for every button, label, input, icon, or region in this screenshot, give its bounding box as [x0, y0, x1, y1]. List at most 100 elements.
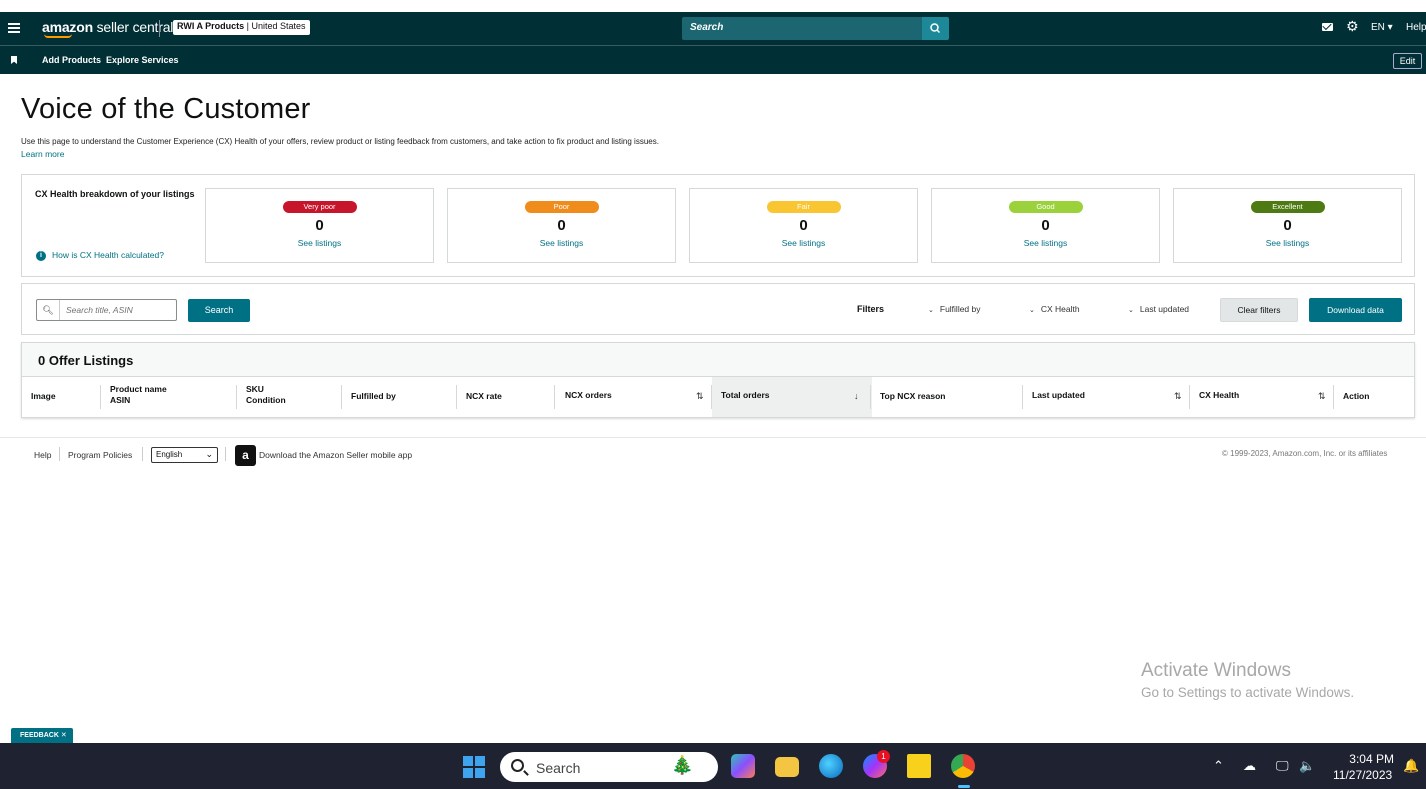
col-action: Action [1343, 391, 1370, 401]
language-selector[interactable]: EN ▾ [1371, 22, 1393, 33]
info-icon: i [36, 250, 46, 261]
see-listings-link[interactable]: See listings [1174, 238, 1401, 248]
filters-label: Filters [857, 304, 885, 314]
menu-icon[interactable] [8, 23, 20, 33]
learn-more-link[interactable]: Learn more [21, 149, 64, 159]
col-image: Image [31, 391, 56, 401]
chevron-down-icon: ⌄ [205, 449, 213, 459]
onedrive-icon[interactable]: ☁ [1243, 758, 1256, 774]
nav-bar: Add Products Explore Services Edit [0, 45, 1426, 74]
sort-icon[interactable]: ⇅ [1174, 391, 1182, 402]
cx-health-title: CX Health breakdown of your listings [35, 189, 195, 199]
search-icon [511, 759, 524, 772]
sort-icon[interactable]: ⇅ [696, 391, 704, 402]
page-intro: Use this page to understand the Customer… [21, 137, 659, 146]
cx-card-poor: Poor 0 See listings [447, 188, 676, 263]
network-icon[interactable]: 🖵 [1276, 758, 1289, 774]
cx-badge-excellent: Excellent [1250, 201, 1325, 213]
search-icon: 🔍︎ [37, 300, 60, 320]
download-data-button[interactable]: Download data [1309, 298, 1402, 322]
footer-language-select[interactable]: English ⌄ [151, 447, 218, 463]
sticky-notes-icon[interactable] [907, 754, 931, 778]
chrome-icon[interactable] [951, 754, 975, 778]
cx-count: 0 [799, 217, 808, 234]
cx-card-very-poor: Very poor 0 See listings [205, 188, 434, 263]
cx-badge-fair: Fair [766, 201, 841, 213]
clock-time[interactable]: 3:04 PM [1348, 752, 1394, 766]
cx-count: 0 [1041, 217, 1050, 234]
footer-help-link[interactable]: Help [34, 450, 51, 460]
col-fulfilled-by: Fulfilled by [351, 391, 396, 401]
notification-bell-icon[interactable]: 🔔 [1403, 758, 1419, 774]
search-icon [930, 23, 941, 34]
chevron-down-icon: ⌄ [928, 307, 934, 314]
see-listings-link[interactable]: See listings [932, 238, 1159, 248]
mail-icon[interactable] [1322, 23, 1333, 31]
chevron-down-icon: ⌄ [1128, 307, 1134, 314]
volume-icon[interactable]: 🔈 [1299, 758, 1315, 774]
windows-start-icon[interactable] [463, 756, 485, 778]
nav-explore-services[interactable]: Explore Services [106, 55, 179, 65]
footer-policies-link[interactable]: Program Policies [68, 450, 132, 460]
see-listings-link[interactable]: See listings [690, 238, 917, 248]
taskbar-search[interactable]: Search 🎄 [500, 752, 718, 782]
chevron-down-icon: ⌄ [1029, 307, 1035, 314]
search-button[interactable]: Search [188, 299, 250, 322]
offer-listings-table: 0 Offer Listings Image Product name ASIN … [21, 342, 1415, 418]
clear-filters-button[interactable]: Clear filters [1220, 298, 1298, 322]
cx-card-good: Good 0 See listings [931, 188, 1160, 263]
filter-last-updated[interactable]: ⌄ Last updated [1128, 304, 1189, 314]
filter-bar: 🔍︎ Search title, ASIN Search Filters ⌄ Fu… [21, 283, 1415, 335]
cx-count: 0 [1283, 217, 1292, 234]
cx-badge-good: Good [1008, 201, 1083, 213]
cx-card-fair: Fair 0 See listings [689, 188, 918, 263]
bookmark-icon[interactable] [11, 56, 17, 64]
filter-fulfilled-by[interactable]: ⌄ Fulfilled by [928, 304, 981, 314]
edit-nav-button[interactable]: Edit [1393, 53, 1422, 69]
col-ncx-rate: NCX rate [466, 391, 502, 401]
copilot-icon[interactable] [731, 754, 755, 778]
cx-count: 0 [557, 217, 566, 234]
cx-health-how-link[interactable]: i How is CX Health calculated? [36, 250, 164, 261]
cx-badge-poor: Poor [524, 201, 599, 213]
top-search-button[interactable] [922, 17, 949, 40]
cx-badge-very-poor: Very poor [282, 201, 357, 213]
file-explorer-icon[interactable] [775, 757, 799, 777]
col-product-name[interactable]: Product name ASIN [110, 384, 167, 406]
help-link[interactable]: Help [1406, 22, 1426, 33]
listing-search-input[interactable]: 🔍︎ Search title, ASIN [36, 299, 177, 321]
page-title: Voice of the Customer [21, 93, 311, 125]
table-title: 0 Offer Listings [38, 353, 134, 368]
christmas-tree-icon: 🎄 [671, 755, 694, 775]
col-total-orders[interactable]: Total orders [721, 390, 770, 401]
sort-desc-icon[interactable]: ↓ [854, 391, 859, 401]
col-cx-health[interactable]: CX Health [1199, 390, 1239, 401]
cx-card-excellent: Excellent 0 See listings [1173, 188, 1402, 263]
windows-taskbar: Search 🎄 1 ⌃ ☁ 🖵 🔈 3:04 PM 11/27/2023 🔔 [0, 743, 1426, 789]
chevron-up-icon[interactable]: ⌃ [1213, 758, 1224, 774]
see-listings-link[interactable]: See listings [448, 238, 675, 248]
footer-app-link[interactable]: Download the Amazon Seller mobile app [259, 450, 412, 460]
account-switcher[interactable]: RWI A Products | United States [173, 20, 310, 35]
gear-icon[interactable]: ⚙ [1346, 19, 1360, 33]
top-search-input[interactable]: Search [682, 17, 922, 40]
notification-badge: 1 [877, 750, 890, 763]
top-bar: amazon seller central RWI A Products | U… [0, 12, 1426, 45]
seller-central-logo[interactable]: amazon seller central [42, 19, 173, 38]
cx-count: 0 [315, 217, 324, 234]
col-top-ncx-reason: Top NCX reason [880, 391, 946, 401]
sort-icon[interactable]: ⇅ [1318, 391, 1326, 402]
nav-add-products[interactable]: Add Products [42, 55, 101, 65]
col-ncx-orders[interactable]: NCX orders [565, 390, 612, 401]
filter-cx-health[interactable]: ⌄ CX Health [1029, 304, 1080, 314]
col-last-updated[interactable]: Last updated [1032, 390, 1085, 401]
clock-date[interactable]: 11/27/2023 [1333, 768, 1392, 782]
edge-icon[interactable] [819, 754, 843, 778]
activate-windows-subtitle: Go to Settings to activate Windows. [1141, 685, 1355, 700]
col-sku[interactable]: SKU Condition [246, 384, 286, 406]
feedback-tab[interactable]: FEEDBACK ✕ [11, 728, 73, 743]
see-listings-link[interactable]: See listings [206, 238, 433, 248]
amazon-app-icon[interactable]: a [235, 445, 256, 466]
cx-health-breakdown: CX Health breakdown of your listings i Ho… [21, 174, 1415, 277]
activate-windows-title: Activate Windows [1141, 660, 1291, 681]
